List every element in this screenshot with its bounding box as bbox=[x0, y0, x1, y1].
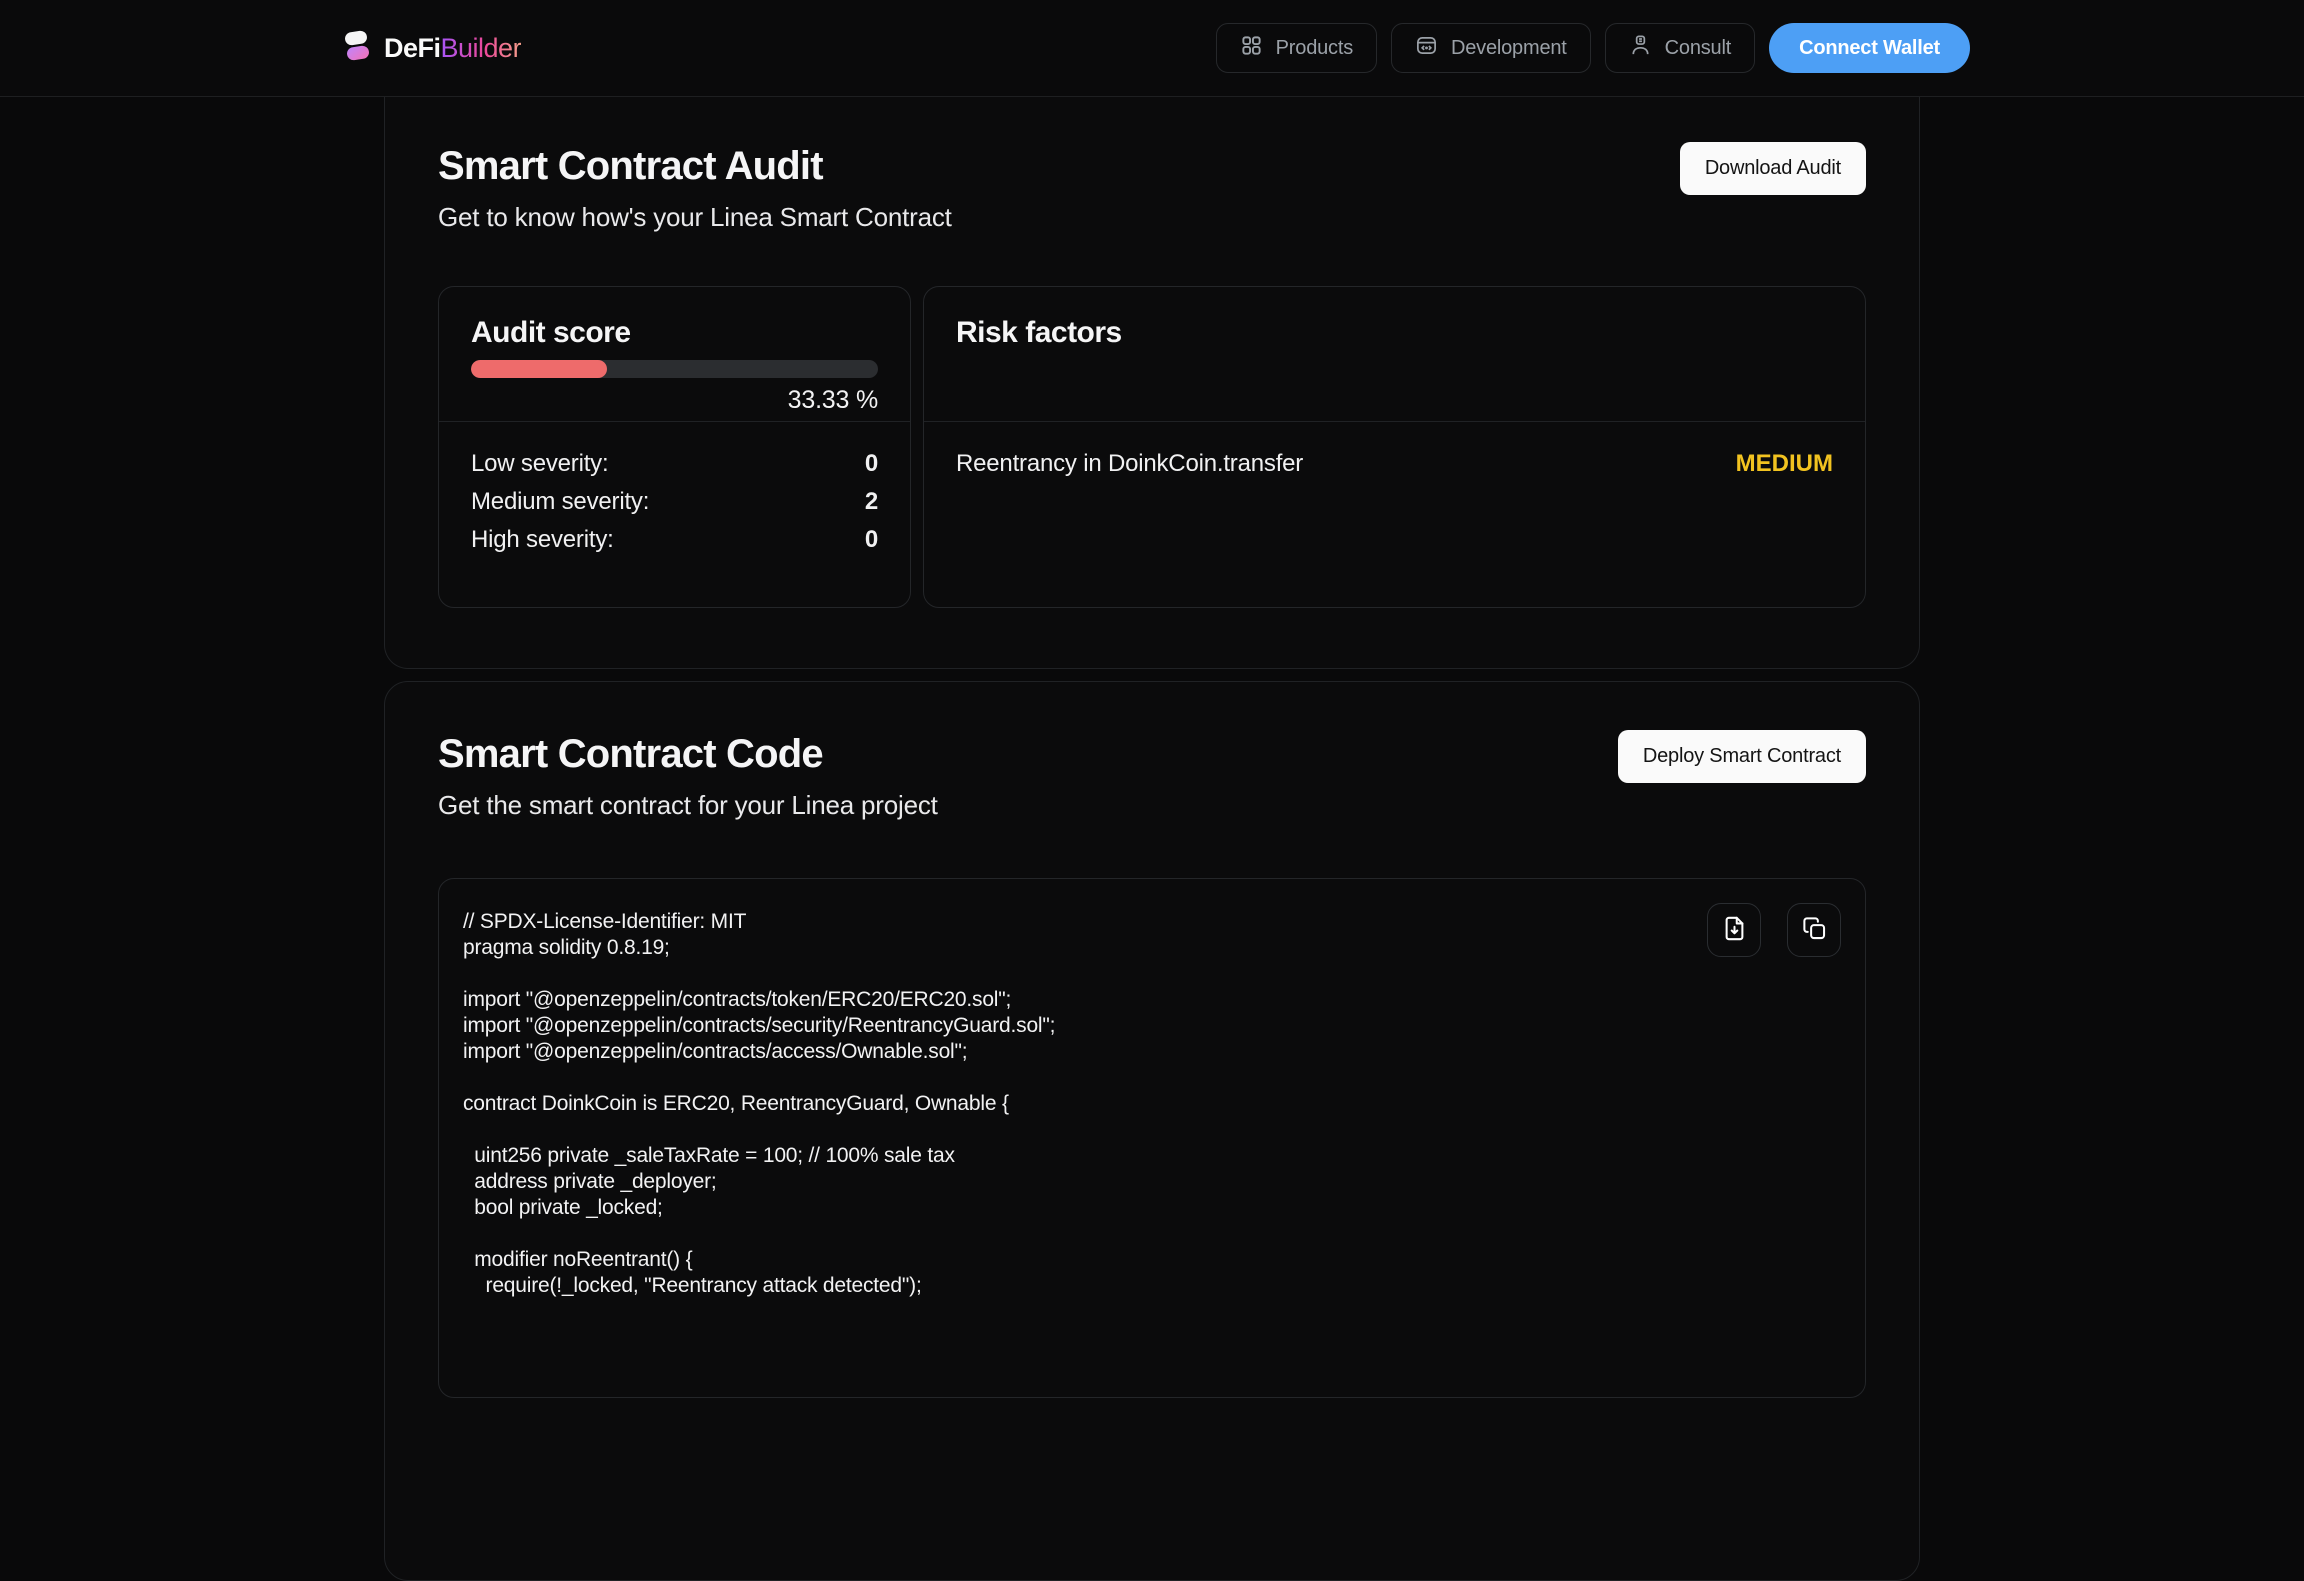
audit-title: Smart Contract Audit bbox=[438, 142, 952, 190]
code-section: Smart Contract Code Get the smart contra… bbox=[384, 681, 1920, 1581]
nav-item-consult[interactable]: Consult bbox=[1605, 23, 1755, 73]
brand-name-bold: DeFi bbox=[384, 33, 441, 63]
connect-wallet-button[interactable]: Connect Wallet bbox=[1769, 23, 1970, 73]
risk-row: Reentrancy in DoinkCoin.transfer MEDIUM bbox=[956, 449, 1833, 479]
contract-source-code[interactable]: // SPDX-License-Identifier: MIT pragma s… bbox=[463, 909, 1841, 1299]
download-audit-button[interactable]: Download Audit bbox=[1680, 142, 1866, 195]
severity-value: 0 bbox=[865, 449, 878, 479]
nav-actions: Products Development Consult bbox=[1216, 23, 1970, 73]
severity-value: 2 bbox=[865, 487, 878, 517]
severity-label: Low severity: bbox=[471, 449, 608, 479]
code-actions bbox=[1707, 903, 1841, 957]
risk-list: Reentrancy in DoinkCoin.transfer MEDIUM bbox=[924, 422, 1865, 506]
code-block: // SPDX-License-Identifier: MIT pragma s… bbox=[438, 878, 1866, 1398]
severity-row-medium: Medium severity: 2 bbox=[471, 487, 878, 517]
risk-factors-card-header: Risk factors bbox=[924, 287, 1865, 422]
severity-row-high: High severity: 0 bbox=[471, 525, 878, 555]
severity-list: Low severity: 0 Medium severity: 2 High … bbox=[439, 422, 910, 590]
audit-score-percent: 33.33 % bbox=[471, 385, 878, 415]
top-nav: DeFiBuilder Products Development bbox=[0, 0, 2304, 97]
defi-builder-logo-icon bbox=[342, 30, 372, 67]
audit-section-header: Smart Contract Audit Get to know how's y… bbox=[438, 142, 1866, 234]
code-window-icon bbox=[1415, 34, 1438, 63]
audit-section: Smart Contract Audit Get to know how's y… bbox=[384, 97, 1920, 669]
copy-icon bbox=[1801, 915, 1828, 945]
file-download-icon bbox=[1721, 915, 1748, 945]
brand-name: DeFiBuilder bbox=[384, 33, 521, 64]
copy-code-button[interactable] bbox=[1787, 903, 1841, 957]
brand-name-light: Builder bbox=[441, 33, 522, 63]
code-subtitle: Get the smart contract for your Linea pr… bbox=[438, 788, 938, 822]
risk-severity-badge: MEDIUM bbox=[1736, 449, 1833, 479]
code-title: Smart Contract Code bbox=[438, 730, 938, 778]
audit-section-titles: Smart Contract Audit Get to know how's y… bbox=[438, 142, 952, 234]
audit-cards-row: Audit score 33.33 % Low severity: 0 Medi… bbox=[438, 286, 1866, 608]
brand-logo[interactable]: DeFiBuilder bbox=[342, 30, 521, 67]
grid-icon bbox=[1240, 34, 1263, 63]
risk-factors-title: Risk factors bbox=[956, 315, 1833, 351]
download-code-button[interactable] bbox=[1707, 903, 1761, 957]
audit-score-card: Audit score 33.33 % Low severity: 0 Medi… bbox=[438, 286, 911, 608]
nav-item-label: Consult bbox=[1665, 37, 1731, 60]
risk-label: Reentrancy in DoinkCoin.transfer bbox=[956, 449, 1303, 479]
severity-row-low: Low severity: 0 bbox=[471, 449, 878, 479]
user-icon bbox=[1629, 34, 1652, 63]
code-section-header: Smart Contract Code Get the smart contra… bbox=[438, 730, 1866, 822]
severity-label: High severity: bbox=[471, 525, 614, 555]
nav-item-label: Products bbox=[1276, 37, 1353, 60]
severity-label: Medium severity: bbox=[471, 487, 649, 517]
audit-score-progress-fill bbox=[471, 360, 607, 378]
page-content: Smart Contract Audit Get to know how's y… bbox=[384, 97, 1920, 1581]
audit-score-progress-track bbox=[471, 360, 878, 378]
deploy-contract-button[interactable]: Deploy Smart Contract bbox=[1618, 730, 1866, 783]
severity-value: 0 bbox=[865, 525, 878, 555]
nav-item-label: Development bbox=[1451, 37, 1567, 60]
risk-factors-card: Risk factors Reentrancy in DoinkCoin.tra… bbox=[923, 286, 1866, 608]
nav-item-development[interactable]: Development bbox=[1391, 23, 1591, 73]
nav-item-products[interactable]: Products bbox=[1216, 23, 1377, 73]
code-section-titles: Smart Contract Code Get the smart contra… bbox=[438, 730, 938, 822]
audit-score-title: Audit score bbox=[471, 315, 878, 351]
audit-score-card-header: Audit score 33.33 % bbox=[439, 287, 910, 422]
audit-subtitle: Get to know how's your Linea Smart Contr… bbox=[438, 200, 952, 234]
